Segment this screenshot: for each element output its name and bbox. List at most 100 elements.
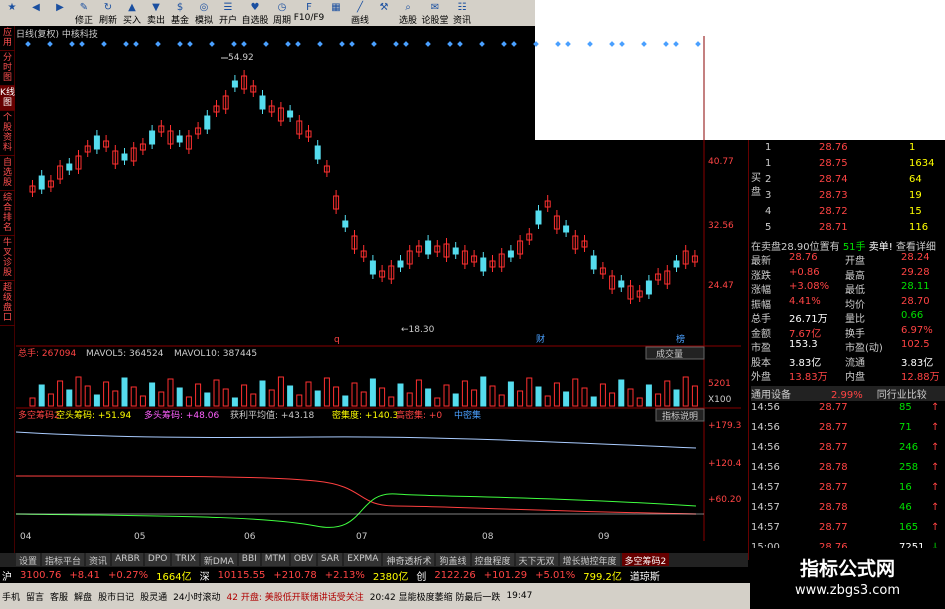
indicator-tick-label: +179.3 [708, 421, 741, 431]
toolbar-button-8[interactable]: ◎ 模拟 [192, 0, 216, 27]
signal-marker [457, 41, 463, 47]
volume-bar [47, 393, 54, 407]
index-value: +101.29 [483, 569, 528, 581]
left-tab[interactable]: 分时图 [0, 51, 15, 86]
left-tab[interactable]: K线图 [0, 86, 15, 111]
volume-bar [636, 397, 643, 407]
tick-time: 14:56 [751, 442, 780, 453]
indicator-tab[interactable]: 多空筹码2 [621, 553, 670, 567]
toolbar-button-13[interactable]: ▦ [324, 0, 348, 26]
period-icon: ◷ [277, 1, 287, 13]
indicator-tab[interactable]: MTM [261, 553, 289, 566]
news-bar-button[interactable]: 股市日记 [98, 590, 134, 603]
up-arrow-icon: ↑ [931, 422, 940, 433]
toolbar-button-3[interactable]: ✎ 修正 [72, 0, 96, 27]
indicator-tab[interactable]: 神奇透析术 [383, 553, 435, 567]
toolbar-button-15[interactable]: ⚒ [372, 0, 396, 26]
toolbar-button-1[interactable]: ◀ [24, 0, 48, 26]
buy-level: 4 [765, 206, 772, 217]
kline-chart[interactable]: 54.92 ←18.30 40.77 32.56 24.47 q 财 榜总手: 267094 M… [16, 36, 741, 544]
f10-icon: F [306, 1, 312, 13]
signal-marker [339, 41, 345, 47]
volume-bar [480, 376, 487, 407]
news-headline[interactable]: 20:42 显能极度萎缩 防最后一跌 [370, 590, 501, 603]
indicator-tab[interactable]: 资讯 [86, 553, 111, 567]
toolbar-button-4[interactable]: ↻ 刷新 [96, 0, 120, 27]
toolbar-button-17[interactable]: ✉ 论股堂 [420, 0, 450, 27]
volume-bar [498, 394, 505, 407]
toolbar-button-0[interactable]: ★ [0, 0, 24, 26]
sector-row[interactable]: 通用设备 2.99% 同行业比较 [751, 386, 945, 401]
indicator-tab[interactable]: OBV [290, 553, 316, 566]
signal-marker [25, 41, 31, 47]
signal-marker [123, 41, 129, 47]
left-tab[interactable]: 牛叉诊股 [0, 236, 15, 281]
left-tab[interactable]: 应用 [0, 26, 15, 51]
indicator-tab[interactable]: DPO [144, 553, 171, 566]
volume-bar [314, 390, 321, 407]
stat-label: 涨跌 [751, 270, 771, 282]
toolbar-button-5[interactable]: ▲ 买入 [120, 0, 144, 27]
toolbar-button-9[interactable]: ☰ 开户 [216, 0, 240, 27]
indicator-tab[interactable]: SAR [317, 553, 343, 566]
indicator-tab[interactable]: 指标平台 [42, 553, 85, 567]
volume-bar [618, 379, 625, 407]
volume-bar [526, 377, 533, 407]
news-headline[interactable]: 42 开盘: 美股低开联储讲话受关注 [227, 590, 364, 603]
indicator-tab[interactable]: 狗盖线 [436, 553, 470, 567]
index-value: +2.13% [324, 569, 365, 581]
left-tab[interactable]: 超级盘口 [0, 281, 15, 326]
signal-marker [187, 41, 193, 47]
left-tab[interactable]: 个股资料 [0, 111, 15, 156]
sector-compare-button[interactable]: 同行业比较 [877, 390, 927, 401]
news-bar-button[interactable]: 股灵通 [140, 590, 167, 603]
indicator-tab[interactable]: 控盘程度 [471, 553, 514, 567]
news-bar-button[interactable]: 留言 [26, 590, 44, 603]
news-bar-button[interactable]: 手机 [2, 590, 20, 603]
news-bar-button[interactable]: 24小时滚动 [173, 590, 220, 603]
indicator-tab[interactable]: 增长抛控年度 [559, 553, 620, 567]
sector-name: 通用设备 [751, 390, 791, 401]
toolbar-button-7[interactable]: $ 基金 [168, 0, 192, 27]
stat-label: 总手 [751, 314, 771, 325]
volume-bar [563, 391, 570, 407]
event-marker: 榜 [676, 333, 685, 345]
volume-bar [231, 397, 238, 407]
news-bar-button[interactable]: 解盘 [74, 590, 92, 603]
toolbar-button-18[interactable]: ☷ 资讯 [450, 0, 474, 27]
tick-volume: 85 [899, 402, 912, 413]
indicator-tab[interactable]: TRIX [172, 553, 199, 566]
news-headline[interactable]: 19:47 [506, 591, 532, 601]
candle-body [507, 250, 514, 258]
up-arrow-icon: ↑ [931, 502, 940, 513]
volume-bar [609, 392, 616, 407]
stat-label: 流通 [845, 357, 865, 369]
indicator-tab[interactable]: BBI [238, 553, 260, 566]
back-arrow-icon: ◀ [32, 1, 40, 13]
indicator-tab[interactable]: 天下无双 [515, 553, 558, 567]
toolbar-button-6[interactable]: ▼ 卖出 [144, 0, 168, 27]
indicator-tab[interactable]: 新DMA [200, 553, 237, 567]
toolbar-button-16[interactable]: ⌕ 选股 [396, 0, 420, 27]
price-tick-label: 24.47 [708, 281, 734, 291]
order-notice[interactable]: 在卖盘28.90位置有 51手 卖单! 查看详细 [751, 238, 936, 253]
toolbar-button-10[interactable]: ♥ 自选股 [240, 0, 270, 27]
indicator-label: 获利平均值: +43.18 [230, 409, 314, 421]
left-tab[interactable]: 自选股 [0, 156, 15, 191]
toolbar-label: 卖出 [146, 16, 165, 26]
indicator-tab[interactable]: 设置 [16, 553, 41, 567]
signal-marker [209, 41, 215, 47]
news-bar-button[interactable]: 客服 [50, 590, 68, 603]
indicator-tab[interactable]: EXPMA [344, 553, 382, 566]
toolbar-button-14[interactable]: ╱ 画线 [348, 0, 372, 27]
left-tab[interactable]: 综合排名 [0, 191, 15, 236]
index-value: 799.2亿 [583, 571, 622, 583]
indicator-tab[interactable]: ARBR [112, 553, 143, 566]
index-value: +5.01% [535, 569, 576, 581]
toolbar-button-2[interactable]: ▶ [48, 0, 72, 26]
toolbar-button-11[interactable]: ◷ 周期 [270, 0, 294, 27]
index-value: 深 [199, 571, 210, 583]
volume-bar [176, 387, 183, 407]
volume-bar [664, 380, 671, 407]
toolbar-button-12[interactable]: F F10/F9 [294, 0, 325, 26]
